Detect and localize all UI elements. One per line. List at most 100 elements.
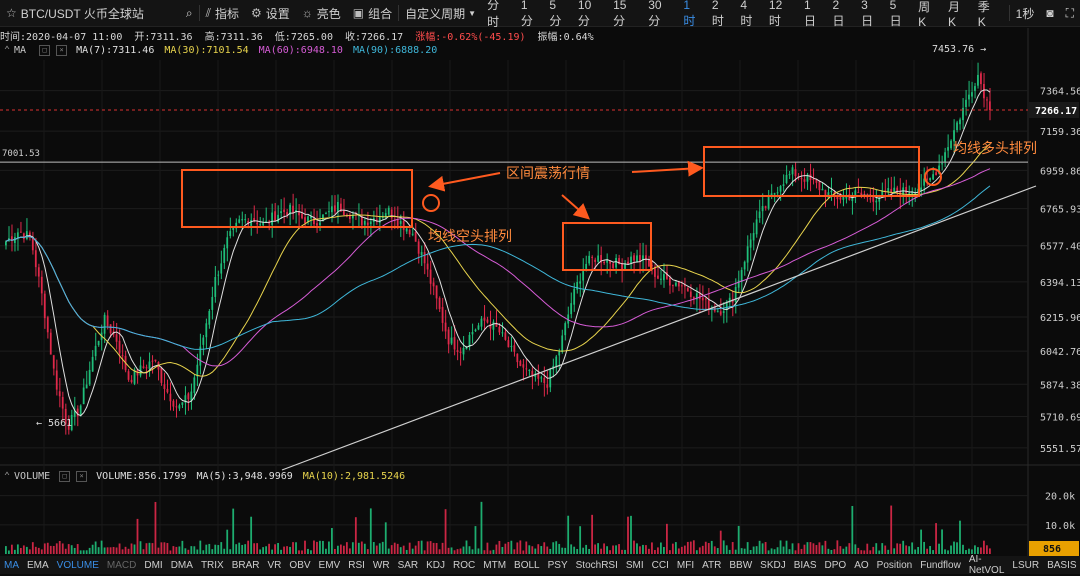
- volume-bar: [707, 543, 710, 554]
- indicator-tab-dpo[interactable]: DPO: [821, 560, 851, 571]
- volume-bar: [785, 540, 788, 554]
- volume-settings-icon[interactable]: □: [59, 470, 71, 482]
- indicator-tab-boll[interactable]: BOLL: [510, 560, 544, 571]
- volume-bar: [624, 549, 626, 554]
- indicator-tab-emv[interactable]: EMV: [315, 560, 345, 571]
- candle-body: [283, 209, 285, 212]
- candle-body: [34, 250, 37, 268]
- indicator-tab-bbw[interactable]: BBW: [725, 560, 756, 571]
- volume-bar: [295, 542, 297, 554]
- indicator-tab-ema[interactable]: EMA: [23, 560, 53, 571]
- indicator-tab-smi[interactable]: SMI: [622, 560, 648, 571]
- candle-body: [926, 178, 928, 180]
- indicator-tab-stochrsi[interactable]: StochRSI: [572, 560, 622, 571]
- candle-body: [779, 186, 782, 192]
- candle-body: [471, 332, 474, 335]
- candle-body: [630, 256, 632, 263]
- indicator-tab-position[interactable]: Position: [873, 560, 917, 571]
- volume-bar: [887, 549, 890, 554]
- volume-bar: [313, 540, 315, 554]
- candle-body: [803, 179, 806, 182]
- volume-bar: [872, 546, 875, 554]
- indicator-tab-sar[interactable]: SAR: [394, 560, 423, 571]
- candle-body: [468, 334, 471, 347]
- volume-bar: [555, 541, 558, 554]
- indicator-tab-obv[interactable]: OBV: [285, 560, 314, 571]
- volume-close-icon[interactable]: ×: [76, 470, 88, 482]
- candle-body: [130, 379, 133, 383]
- volume-bar: [809, 542, 812, 554]
- indicator-tab-skdj[interactable]: SKDJ: [756, 560, 790, 571]
- indicator-tab-vr[interactable]: VR: [264, 560, 286, 571]
- volume-bar: [88, 547, 91, 554]
- volume-bar: [7, 550, 10, 554]
- indicator-tab-cci[interactable]: CCI: [648, 560, 673, 571]
- candle-body: [956, 122, 958, 131]
- candle-body: [175, 406, 178, 408]
- candle-body: [743, 261, 746, 270]
- candle-body: [755, 219, 758, 235]
- volume-bar: [941, 529, 943, 554]
- indicator-tab-wr[interactable]: WR: [369, 560, 394, 571]
- indicator-tab-rsi[interactable]: RSI: [344, 560, 369, 571]
- chevron-up-icon[interactable]: ⌃: [4, 471, 10, 482]
- candle-body: [657, 275, 659, 279]
- volume-bar: [226, 529, 229, 554]
- candle-body: [378, 216, 381, 223]
- volume-bar: [151, 543, 154, 554]
- volume-bar: [938, 543, 940, 554]
- indicator-tab-roc[interactable]: ROC: [449, 560, 479, 571]
- volume-bar: [277, 542, 279, 554]
- indicator-tab-lsur[interactable]: LSUR: [1008, 560, 1043, 571]
- volume-bar: [474, 526, 477, 554]
- indicator-tab-psy[interactable]: PSY: [544, 560, 572, 571]
- volume-bar: [378, 543, 381, 554]
- candle-body: [663, 274, 665, 281]
- indicator-tab-dmi[interactable]: DMI: [140, 560, 166, 571]
- indicator-tab-brar[interactable]: BRAR: [228, 560, 264, 571]
- candle-body: [603, 261, 605, 264]
- volume-bar: [354, 517, 357, 554]
- indicator-tab-kdj[interactable]: KDJ: [422, 560, 449, 571]
- volume-bar: [61, 543, 64, 554]
- volume-bar: [627, 516, 629, 554]
- candle-body: [295, 209, 297, 212]
- volume-bar: [304, 540, 306, 554]
- candle-body: [905, 186, 908, 194]
- candle-body: [342, 209, 345, 216]
- volume-bar: [286, 546, 288, 554]
- indicator-tab-ao[interactable]: AO: [850, 560, 872, 571]
- indicator-tab-ai-netvol[interactable]: AI-NetVOL: [965, 554, 1009, 576]
- volume-bar: [773, 549, 776, 554]
- volume-bar: [82, 550, 85, 554]
- volume-bar: [546, 546, 549, 554]
- indicator-tab-ma[interactable]: MA: [0, 560, 23, 571]
- indicator-tab-fundflow[interactable]: Fundflow: [916, 560, 965, 571]
- candle-body: [528, 369, 531, 371]
- candle-body: [872, 196, 875, 202]
- indicator-tab-mfi[interactable]: MFI: [673, 560, 698, 571]
- indicator-tab-trix[interactable]: TRIX: [197, 560, 228, 571]
- indicator-tab-basis[interactable]: BASIS: [1043, 560, 1080, 571]
- volume-bar: [797, 543, 800, 554]
- candle-body: [169, 393, 172, 402]
- indicator-tab-dma[interactable]: DMA: [167, 560, 197, 571]
- indicator-tab-mtm[interactable]: MTM: [479, 560, 510, 571]
- volume-bar: [133, 544, 136, 554]
- volume-bar: [223, 548, 226, 554]
- candle-body: [522, 364, 525, 368]
- candle-body: [178, 405, 181, 409]
- candle-body: [579, 281, 582, 284]
- indicator-tab-macd[interactable]: MACD: [103, 560, 140, 571]
- volume-bar: [854, 544, 857, 554]
- indicator-tab-atr[interactable]: ATR: [698, 560, 725, 571]
- candle-body: [660, 278, 662, 280]
- volume-bar: [202, 550, 205, 554]
- indicator-tab-volume[interactable]: VOLUME: [53, 560, 103, 571]
- volume-bar: [322, 540, 324, 554]
- volume-bar: [292, 542, 294, 554]
- volume-bar: [351, 542, 354, 554]
- indicator-tab-bias[interactable]: BIAS: [790, 560, 821, 571]
- volume-bar: [34, 546, 37, 554]
- candle-body: [250, 219, 253, 226]
